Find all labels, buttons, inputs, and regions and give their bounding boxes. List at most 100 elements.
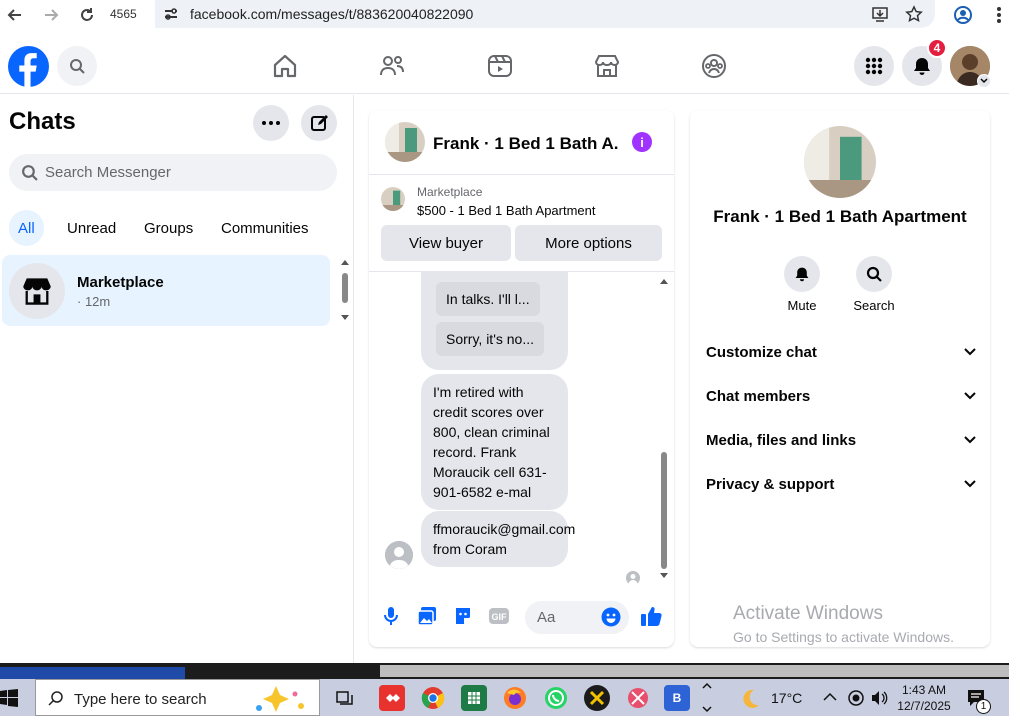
store-icon <box>23 278 51 305</box>
tab-groups[interactable]: Groups <box>135 210 202 246</box>
chat-list-item[interactable]: Marketplace · 12m <box>2 255 330 326</box>
scrollbar-thumb[interactable] <box>380 665 1009 677</box>
taskbar-search-placeholder: Type here to search <box>74 691 207 708</box>
search-icon <box>22 165 38 181</box>
bell-icon <box>914 58 930 75</box>
back-icon[interactable] <box>4 4 26 26</box>
snipping-app-icon[interactable] <box>625 685 651 711</box>
media-files-row[interactable]: Media, files and links <box>706 425 976 455</box>
compose-icon <box>311 115 328 131</box>
profile-icon[interactable] <box>952 4 974 26</box>
chat-options-button[interactable] <box>253 105 289 141</box>
details-name: Frank · 1 Bed 1 Bath Apartment <box>713 207 967 226</box>
site-settings-icon[interactable] <box>163 6 179 22</box>
bookmark-star-icon[interactable] <box>905 5 923 23</box>
sender-avatar[interactable] <box>385 541 413 569</box>
tab-all[interactable]: All <box>9 210 44 246</box>
photo-icon[interactable] <box>416 605 438 627</box>
new-message-button[interactable] <box>301 105 337 141</box>
chat-members-row[interactable]: Chat members <box>706 381 976 411</box>
like-icon[interactable] <box>640 605 662 627</box>
search-icon <box>48 691 63 706</box>
marketplace-icon[interactable] <box>593 52 621 80</box>
taskbar-clock[interactable]: 1:43 AM 12/7/2025 <box>893 682 955 714</box>
brave-app-icon[interactable]: B <box>664 685 690 711</box>
mute-action[interactable]: Mute <box>772 256 832 313</box>
moon-weather-icon[interactable] <box>738 687 762 711</box>
quick-reply-partial <box>436 271 552 272</box>
taskbar-search-box[interactable]: Type here to search <box>35 679 320 716</box>
section-label: Customize chat <box>706 343 817 361</box>
microphone-icon[interactable] <box>380 605 402 627</box>
taskbar-scroll-icon[interactable] <box>700 679 714 716</box>
account-chevron-icon[interactable] <box>977 74 991 88</box>
address-bar[interactable]: facebook.com/messages/t/883620040822090 <box>155 0 935 28</box>
search-label: Search <box>853 298 895 313</box>
horizontal-scrollbar[interactable] <box>0 663 1009 679</box>
windows-start-icon[interactable] <box>0 689 18 707</box>
fb-search-button[interactable] <box>57 46 97 86</box>
spreadsheet-app-icon[interactable] <box>461 685 487 711</box>
conversation-title[interactable]: Frank · 1 Bed 1 Bath A... <box>433 134 618 154</box>
firefox-app-icon[interactable] <box>502 685 528 711</box>
conversation-avatar[interactable] <box>385 122 425 162</box>
anydesk-app-icon[interactable] <box>379 685 405 711</box>
search-action[interactable]: Search <box>844 256 904 313</box>
chevron-down-icon <box>964 392 976 400</box>
facebook-header: 4 <box>0 38 1009 94</box>
chat-name: Marketplace <box>77 274 164 291</box>
menu-button[interactable] <box>854 46 894 86</box>
friends-icon[interactable] <box>378 52 406 80</box>
gif-icon[interactable]: GIF <box>488 605 510 627</box>
chevron-up-icon[interactable] <box>823 692 837 702</box>
weather-temp[interactable]: 17°C <box>771 690 802 706</box>
clock-time: 1:43 AM <box>901 683 947 697</box>
tab-unread[interactable]: Unread <box>58 210 125 246</box>
privacy-support-row[interactable]: Privacy & support <box>706 469 976 499</box>
search-placeholder: Search Messenger <box>45 164 171 181</box>
forward-icon[interactable] <box>40 4 62 26</box>
more-options-button[interactable]: More options <box>515 225 662 261</box>
section-label: Media, files and links <box>706 431 857 449</box>
watermark-line2: Go to Settings to activate Windows. <box>733 629 954 645</box>
speaker-icon[interactable] <box>870 689 888 707</box>
messenger-search-input[interactable]: Search Messenger <box>9 154 337 191</box>
details-avatar[interactable] <box>804 126 876 198</box>
record-icon[interactable] <box>847 689 865 707</box>
section-label: Chat members <box>706 387 811 405</box>
facebook-logo-icon[interactable] <box>8 46 49 87</box>
groups-icon[interactable] <box>700 52 728 80</box>
listing-title[interactable]: $500 - 1 Bed 1 Bath Apartment <box>417 203 596 218</box>
task-view-icon[interactable] <box>332 685 358 711</box>
message-bubble: I'm retired with credit scores over 800,… <box>421 374 568 510</box>
chevron-down-icon <box>964 480 976 488</box>
whatsapp-app-icon[interactable] <box>543 685 569 711</box>
marketplace-label: Marketplace <box>417 185 483 199</box>
chats-scrollbar[interactable] <box>339 255 351 325</box>
message-placeholder: Aa <box>537 609 556 626</box>
tab-number: 4565 <box>110 7 137 21</box>
video-icon[interactable] <box>486 52 514 80</box>
action-center-badge: 1 <box>976 699 991 714</box>
message-composer: GIF Aa <box>369 595 674 639</box>
listing-thumbnail <box>381 187 405 211</box>
customize-chat-row[interactable]: Customize chat <box>706 337 976 367</box>
marketplace-avatar <box>9 263 65 319</box>
install-app-icon[interactable] <box>871 5 889 23</box>
chat-details-panel: Frank · 1 Bed 1 Bath Apartment Mute Sear… <box>690 110 990 647</box>
kebab-menu-icon[interactable] <box>988 4 1009 26</box>
emoji-icon[interactable] <box>600 606 622 628</box>
sticker-icon[interactable] <box>452 605 474 627</box>
view-buyer-button[interactable]: View buyer <box>381 225 511 261</box>
watermark-line1: Activate Windows <box>733 603 883 624</box>
info-icon[interactable]: i <box>632 132 652 152</box>
tab-communities[interactable]: Communities <box>212 210 318 246</box>
quick-reply-in-talks[interactable]: In talks. I'll l... <box>436 282 540 316</box>
quick-reply-sorry[interactable]: Sorry, it's no... <box>436 322 544 356</box>
reload-icon[interactable] <box>76 4 98 26</box>
thread-scrollbar[interactable] <box>658 272 670 582</box>
bell-icon <box>784 256 820 292</box>
crossover-app-icon[interactable] <box>584 685 610 711</box>
home-icon[interactable] <box>271 52 299 80</box>
chrome-app-icon[interactable] <box>420 685 446 711</box>
